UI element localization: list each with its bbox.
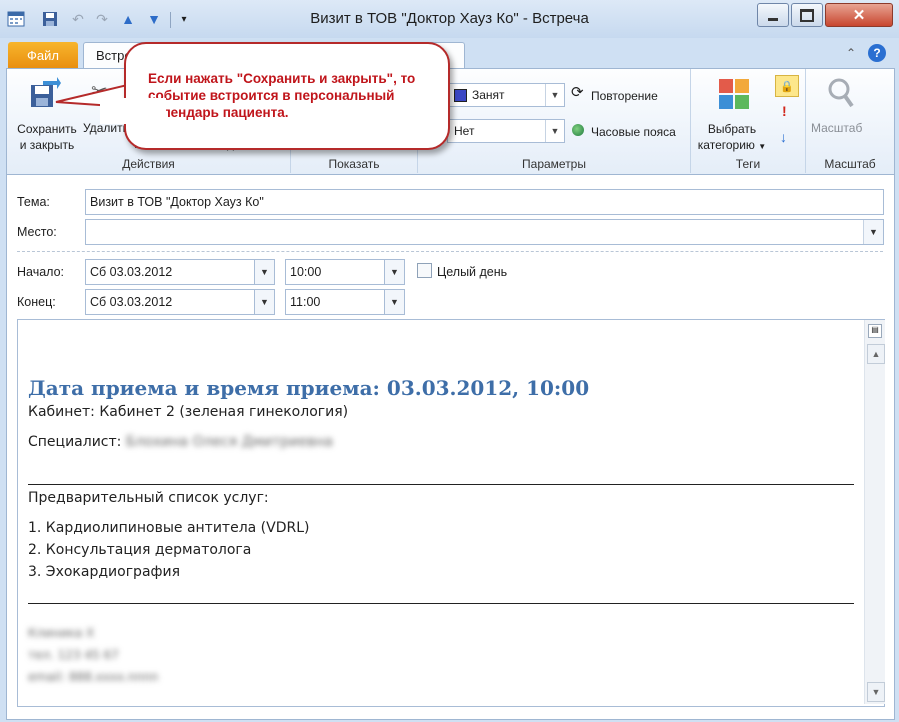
- specialist-name: Блохина Олеся Дмитриевна: [125, 434, 333, 450]
- start-time-picker[interactable]: 10:00 ▼: [285, 259, 405, 285]
- timezones-button[interactable]: Часовые пояса: [591, 125, 676, 139]
- scroll-up-icon[interactable]: ▲: [867, 344, 885, 364]
- callout-pointer-mask: [100, 98, 166, 124]
- start-date-picker[interactable]: Сб 03.03.2012 ▼: [85, 259, 275, 285]
- scroll-down-icon[interactable]: ▼: [867, 682, 885, 702]
- reminder-value: Нет: [454, 124, 475, 138]
- chevron-down-icon: ▼: [758, 142, 767, 151]
- save-close-line1: Сохранить: [17, 122, 77, 136]
- footer-line: Клиника X: [28, 626, 95, 640]
- service-item: 1. Кардиолипиновые антитела (VDRL): [28, 520, 310, 536]
- subject-value: Визит в ТОВ "Доктор Хауз Ко": [90, 195, 264, 209]
- save-close-button[interactable]: Сохранить и закрыть: [15, 121, 79, 153]
- end-time-picker[interactable]: 11:00 ▼: [285, 289, 405, 315]
- high-importance-icon[interactable]: !: [782, 103, 787, 119]
- specialist-line: Специалист: Блохина Олеся Дмитриевна: [28, 434, 333, 450]
- group-label-tags: Теги: [735, 157, 761, 171]
- chevron-down-icon[interactable]: ▼: [863, 220, 883, 244]
- maximize-icon: [800, 8, 814, 22]
- callout: Если нажать "Сохранить и закрыть", то со…: [124, 42, 450, 150]
- allday-checkbox[interactable]: [417, 263, 432, 278]
- allday-label: Целый день: [437, 265, 508, 279]
- minimize-icon: [768, 17, 778, 21]
- location-input[interactable]: ▼: [85, 219, 884, 245]
- form-divider: [17, 251, 883, 252]
- save-close-line2: и закрыть: [19, 138, 75, 152]
- recurrence-button[interactable]: Повторение: [591, 89, 658, 103]
- zoom-icon: [827, 77, 855, 112]
- chevron-down-icon: ▼: [545, 84, 564, 106]
- chevron-down-icon: ▼: [545, 120, 564, 142]
- ruler-toggle-icon[interactable]: ▤: [868, 324, 882, 338]
- minimize-button[interactable]: [757, 3, 789, 27]
- subject-label: Тема:: [17, 195, 50, 209]
- footer-line: email: 888.xxxx.nnnn: [28, 670, 159, 684]
- reminder-dropdown[interactable]: Нет ▼: [447, 119, 565, 143]
- footer-line: тел. 123 45 67: [28, 648, 119, 662]
- show-as-dropdown[interactable]: Занят ▼: [447, 83, 565, 107]
- message-body-editor[interactable]: Дата приема и время приема: 03.03.2012, …: [17, 319, 885, 707]
- end-label: Конец:: [17, 295, 56, 309]
- divider-line: [28, 484, 854, 485]
- chevron-down-icon[interactable]: ▼: [254, 289, 275, 315]
- private-lock-icon[interactable]: 🔒: [775, 75, 799, 97]
- maximize-button[interactable]: [791, 3, 823, 27]
- callout-text: Если нажать "Сохранить и закрыть", то со…: [148, 71, 416, 120]
- show-as-value: Занят: [472, 88, 505, 102]
- end-date-picker[interactable]: Сб 03.03.2012 ▼: [85, 289, 275, 315]
- zoom-button: Масштаб: [811, 121, 863, 135]
- categorize-button[interactable]: Выбрать категорию ▼: [697, 121, 767, 155]
- vertical-scrollbar[interactable]: ▤ ▲ ▼: [864, 320, 885, 704]
- help-icon[interactable]: ?: [868, 44, 886, 62]
- categorize-line2-wrap: категорию ▼: [697, 137, 767, 155]
- close-icon: ✕: [852, 7, 866, 24]
- end-date-value: Сб 03.03.2012: [90, 295, 173, 309]
- recurrence-icon: ⟳: [571, 84, 584, 101]
- group-label-actions: Действия: [122, 157, 175, 171]
- chevron-down-icon[interactable]: ▼: [384, 259, 405, 285]
- location-label: Место:: [17, 225, 57, 239]
- end-time-value: 11:00: [290, 295, 321, 309]
- services-title: Предварительный список услуг:: [28, 490, 269, 506]
- group-label-options: Параметры: [522, 157, 586, 171]
- service-item: 3. Эхокардиография: [28, 564, 181, 580]
- specialist-label: Специалист:: [28, 434, 122, 450]
- start-date-value: Сб 03.03.2012: [90, 265, 173, 279]
- meeting-form: Тема: Визит в ТОВ "Доктор Хауз Ко" Место…: [6, 174, 895, 720]
- start-time-value: 10:00: [290, 265, 322, 279]
- low-importance-icon[interactable]: ↓: [780, 129, 787, 145]
- categorize-icon: [719, 79, 749, 112]
- close-button[interactable]: ✕: [825, 3, 893, 27]
- categorize-line1: Выбрать: [707, 122, 757, 136]
- chevron-down-icon[interactable]: ▼: [384, 289, 405, 315]
- group-label-show: Показать: [328, 157, 380, 171]
- categorize-line2: категорию: [697, 138, 755, 152]
- chevron-down-icon[interactable]: ▼: [254, 259, 275, 285]
- appointment-heading: Дата приема и время приема: 03.03.2012, …: [28, 376, 590, 400]
- globe-icon: [572, 124, 584, 136]
- start-label: Начало:: [17, 265, 65, 279]
- collapse-ribbon-icon[interactable]: ⌃: [846, 46, 856, 60]
- divider-line: [28, 603, 854, 604]
- cabinet-text: Кабинет: Кабинет 2 (зеленая гинекология): [28, 404, 349, 420]
- subject-input[interactable]: Визит в ТОВ "Доктор Хауз Ко": [85, 189, 884, 215]
- service-item: 2. Консультация дерматолога: [28, 542, 252, 558]
- group-label-zoom: Масштаб: [824, 157, 876, 171]
- title-bar: ↶ ↷ ▲ ▼ ▾ Визит в ТОВ "Доктор Хауз Ко" -…: [0, 0, 899, 38]
- busy-color-icon: [454, 89, 467, 102]
